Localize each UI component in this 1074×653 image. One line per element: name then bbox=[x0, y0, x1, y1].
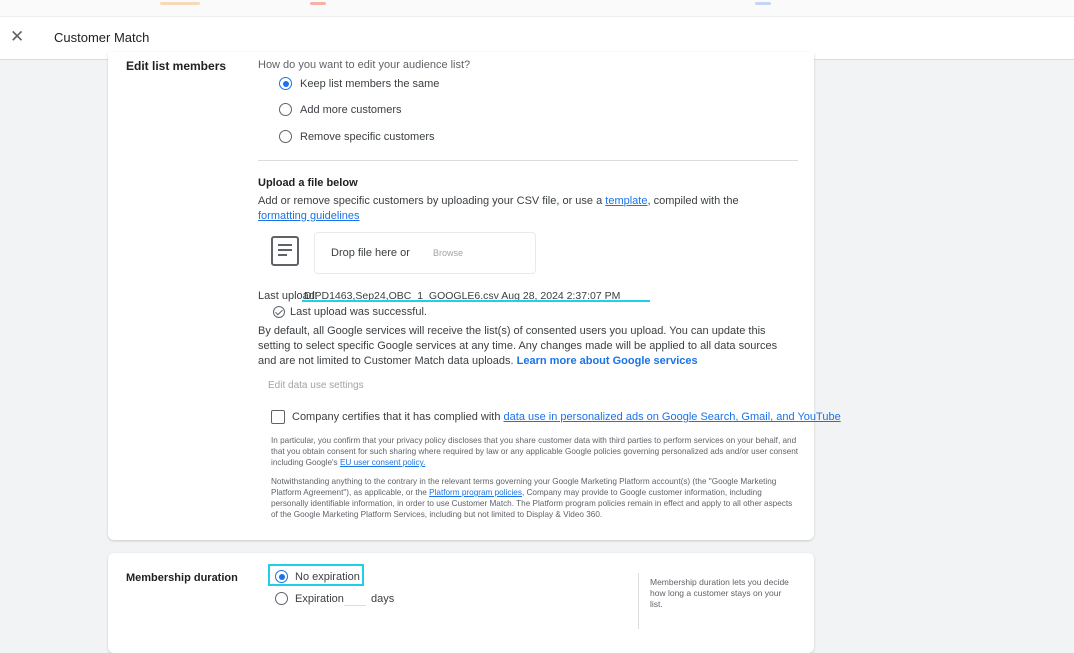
membership-help-text: Membership duration lets you decide how … bbox=[650, 577, 789, 609]
privacy-paragraph: In particular, you confirm that your pri… bbox=[271, 435, 799, 468]
edit-list-members-label: Edit list members bbox=[126, 59, 227, 73]
certify-checkbox[interactable] bbox=[271, 410, 285, 424]
membership-duration-label: Membership duration bbox=[126, 572, 238, 584]
template-link[interactable]: template bbox=[605, 195, 647, 207]
expiration-days-input[interactable] bbox=[344, 605, 366, 606]
no-expiration-radio[interactable] bbox=[275, 570, 288, 583]
close-icon[interactable]: ✕ bbox=[10, 28, 24, 45]
certify-label: Company certifies that it has complied w… bbox=[292, 411, 501, 423]
expiration-radio[interactable] bbox=[275, 592, 288, 605]
upload-heading: Upload a file below bbox=[258, 177, 358, 189]
remove-customers-radio[interactable] bbox=[279, 130, 292, 143]
data-use-policy-link[interactable]: data use in personalized ads on Google S… bbox=[504, 411, 841, 423]
edit-question: How do you want to edit your audience li… bbox=[258, 59, 471, 71]
top-strip bbox=[0, 0, 1074, 17]
check-circle-icon bbox=[273, 306, 285, 318]
tab-indicator bbox=[755, 2, 771, 5]
upload-desc-text: Add or remove specific customers by uplo… bbox=[258, 195, 603, 207]
expiration-label: Expiration bbox=[295, 593, 344, 605]
file-drop-zone[interactable]: Drop file here or Browse bbox=[314, 232, 536, 274]
tab-indicator bbox=[160, 2, 200, 5]
tab-indicator bbox=[310, 2, 326, 5]
remove-customers-label: Remove specific customers bbox=[300, 131, 435, 143]
no-expiration-label: No expiration bbox=[295, 571, 360, 583]
keep-members-radio[interactable] bbox=[279, 77, 292, 90]
formatting-guidelines-link[interactable]: formatting guidelines bbox=[258, 210, 360, 222]
days-label: days bbox=[371, 593, 395, 605]
notwithstanding-paragraph: Notwithstanding anything to the contrary… bbox=[271, 476, 799, 520]
edit-data-use-settings-button[interactable]: Edit data use settings bbox=[268, 380, 364, 391]
highlight-underline bbox=[302, 300, 650, 302]
learn-more-google-services-link[interactable]: Learn more about Google services bbox=[517, 355, 698, 367]
upload-description: Add or remove specific customers by uplo… bbox=[258, 194, 788, 224]
section-divider bbox=[258, 160, 798, 161]
browse-button[interactable]: Browse bbox=[433, 248, 463, 258]
certify-text: Company certifies that it has complied w… bbox=[292, 411, 841, 423]
keep-members-label: Keep list members the same bbox=[300, 78, 440, 90]
add-customers-label: Add more customers bbox=[300, 104, 402, 116]
page-title: Customer Match bbox=[54, 30, 150, 45]
upload-desc-mid: , compiled with the bbox=[647, 195, 739, 207]
upload-success-text: Last upload was successful. bbox=[290, 306, 427, 318]
data-use-paragraph: By default, all Google services will rec… bbox=[258, 324, 798, 369]
platform-program-policies-link[interactable]: Platform program policies bbox=[429, 488, 522, 497]
add-customers-radio[interactable] bbox=[279, 103, 292, 116]
drop-file-text: Drop file here or bbox=[331, 247, 410, 259]
eu-consent-policy-link[interactable]: EU user consent policy. bbox=[340, 458, 425, 467]
file-icon bbox=[271, 236, 299, 266]
help-divider bbox=[638, 573, 639, 629]
